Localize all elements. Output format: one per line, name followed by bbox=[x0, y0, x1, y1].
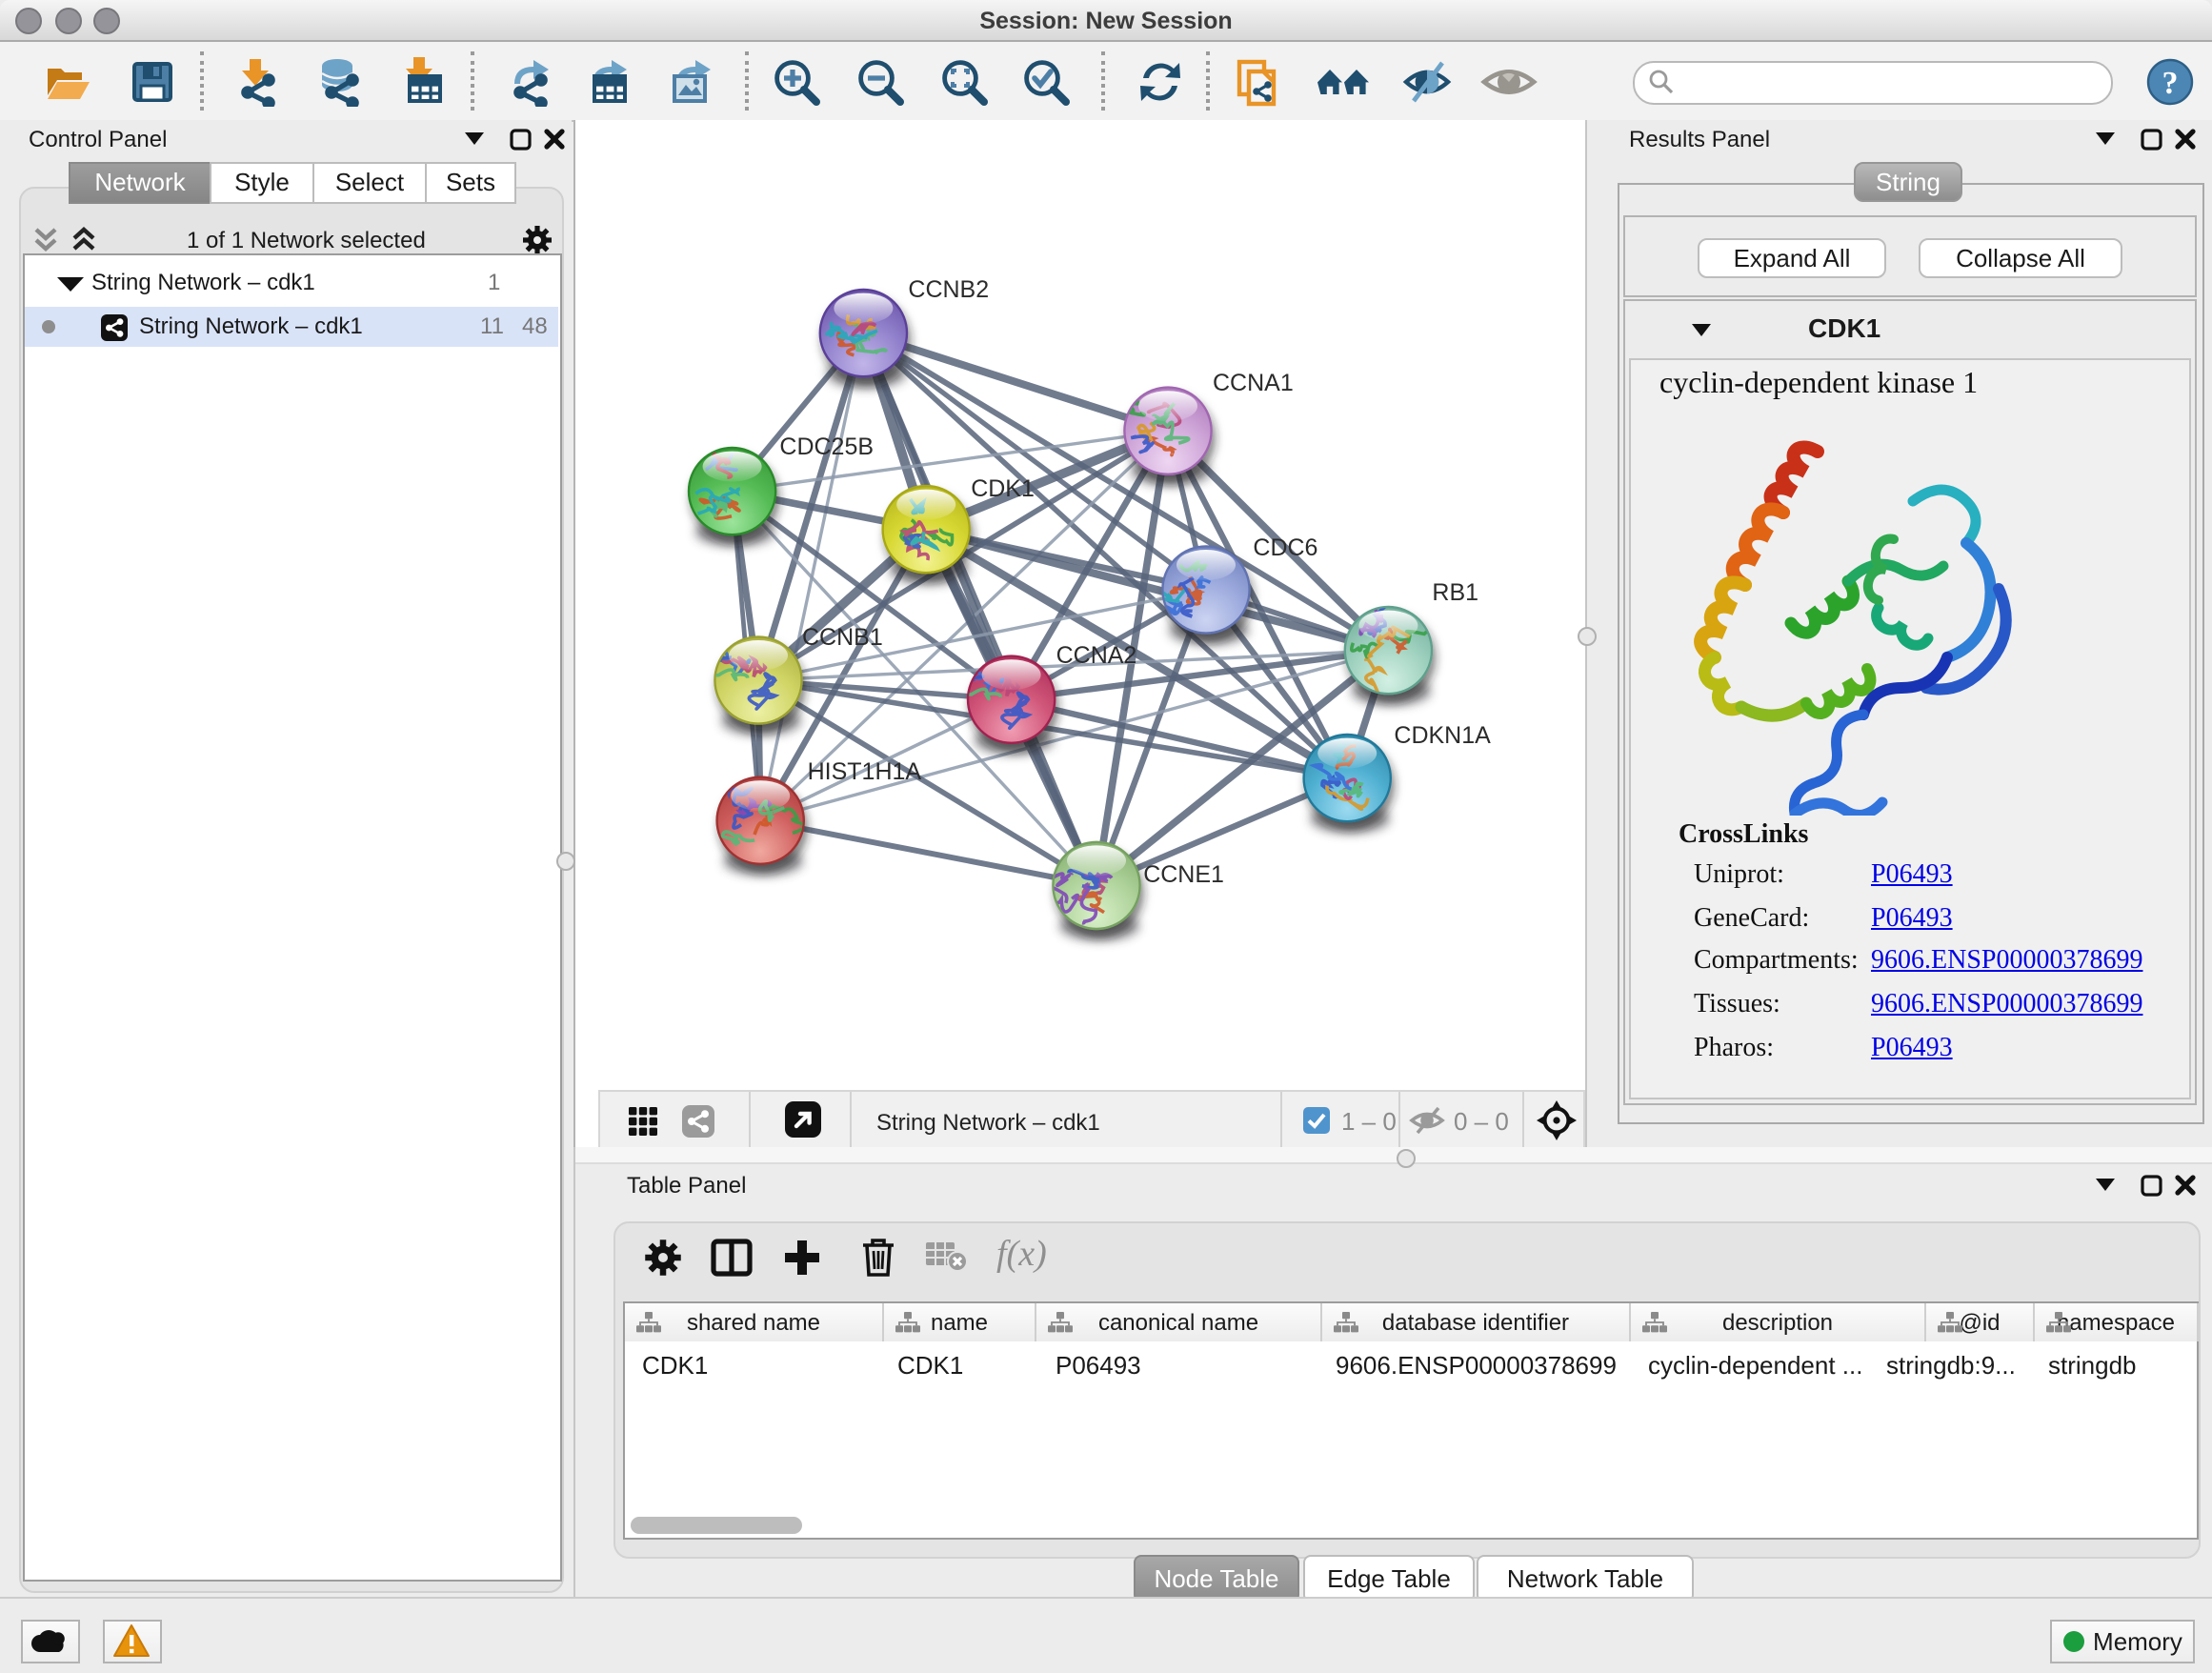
svg-text:HIST1H1A: HIST1H1A bbox=[808, 758, 922, 785]
svg-text:CCNB1: CCNB1 bbox=[802, 624, 883, 651]
svg-text:?: ? bbox=[2162, 66, 2179, 101]
svg-text:CCNE1: CCNE1 bbox=[1143, 861, 1224, 888]
svg-text:CDC25B: CDC25B bbox=[779, 433, 874, 460]
svg-text:CDKN1A: CDKN1A bbox=[1394, 722, 1491, 749]
svg-text:CCNA2: CCNA2 bbox=[1056, 642, 1137, 669]
svg-text:CCNB2: CCNB2 bbox=[908, 276, 989, 303]
svg-text:RB1: RB1 bbox=[1432, 579, 1478, 606]
svg-text:CDK1: CDK1 bbox=[971, 475, 1035, 502]
svg-text:CCNA1: CCNA1 bbox=[1213, 370, 1294, 396]
svg-text:CDC6: CDC6 bbox=[1253, 534, 1317, 561]
